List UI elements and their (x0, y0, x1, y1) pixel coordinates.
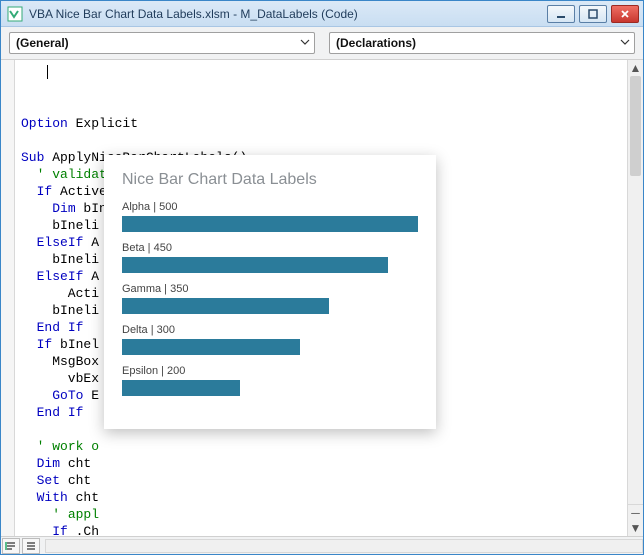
bar-row: Beta | 450 (122, 242, 418, 273)
code-line: Set cht (21, 472, 621, 489)
bar-fill (122, 380, 240, 396)
procedure-dropdown-value: (Declarations) (336, 36, 416, 50)
minimize-button[interactable] (547, 5, 575, 23)
margin-indicator-bar[interactable] (1, 60, 15, 536)
bar-label: Epsilon | 200 (122, 365, 418, 377)
titlebar[interactable]: VBA Nice Bar Chart Data Labels.xlsm - M_… (1, 1, 643, 27)
scroll-thumb[interactable] (630, 76, 641, 176)
code-line: Dim cht (21, 455, 621, 472)
bar-row: Epsilon | 200 (122, 365, 418, 396)
maximize-button[interactable] (579, 5, 607, 23)
chevron-down-icon (620, 36, 630, 50)
chart-bars: Alpha | 500 Beta | 450 Gamma | 350 Delta | … (122, 201, 418, 396)
bar-fill (122, 298, 329, 314)
code-line: ' work o (21, 438, 621, 455)
vertical-scrollbar[interactable]: ▲ ─ ▼ (627, 60, 643, 536)
procedure-dropdown[interactable]: (Declarations) (329, 32, 635, 54)
bar-fill (122, 257, 388, 273)
view-mode-bar (1, 536, 643, 554)
bar-row: Alpha | 500 (122, 201, 418, 232)
vba-module-icon (7, 6, 23, 22)
text-caret (47, 65, 48, 79)
object-dropdown-value: (General) (16, 36, 69, 50)
bar-fill (122, 216, 418, 232)
code-line: If .Ch (21, 523, 621, 536)
bar-row: Delta | 300 (122, 324, 418, 355)
full-module-view-button[interactable] (22, 538, 40, 554)
bar-label: Alpha | 500 (122, 201, 418, 213)
bar-label: Delta | 300 (122, 324, 418, 336)
code-line: ' appl (21, 506, 621, 523)
scroll-down-arrow-icon[interactable]: ▼ (628, 520, 643, 536)
chart-title: Nice Bar Chart Data Labels (122, 171, 418, 189)
chevron-down-icon (300, 36, 310, 50)
code-line: Option Explicit (21, 115, 621, 132)
bar-label: Beta | 450 (122, 242, 418, 254)
object-procedure-bar: (General) (Declarations) (1, 27, 643, 60)
scroll-track[interactable] (628, 76, 643, 504)
code-line (21, 132, 621, 149)
object-dropdown[interactable]: (General) (9, 32, 315, 54)
procedure-view-button[interactable] (2, 538, 20, 554)
scroll-up-arrow-icon[interactable]: ▲ (628, 60, 643, 76)
horizontal-split-handle[interactable]: ─ (628, 504, 643, 520)
chart-preview-popup: Nice Bar Chart Data Labels Alpha | 500 Be… (104, 155, 436, 429)
code-line: With cht (21, 489, 621, 506)
window-title: VBA Nice Bar Chart Data Labels.xlsm - M_… (29, 7, 541, 21)
bar-row: Gamma | 350 (122, 283, 418, 314)
window-controls (547, 5, 639, 23)
bar-fill (122, 339, 300, 355)
close-button[interactable] (611, 5, 639, 23)
horizontal-scrollbar[interactable] (45, 539, 643, 553)
bar-label: Gamma | 350 (122, 283, 418, 295)
